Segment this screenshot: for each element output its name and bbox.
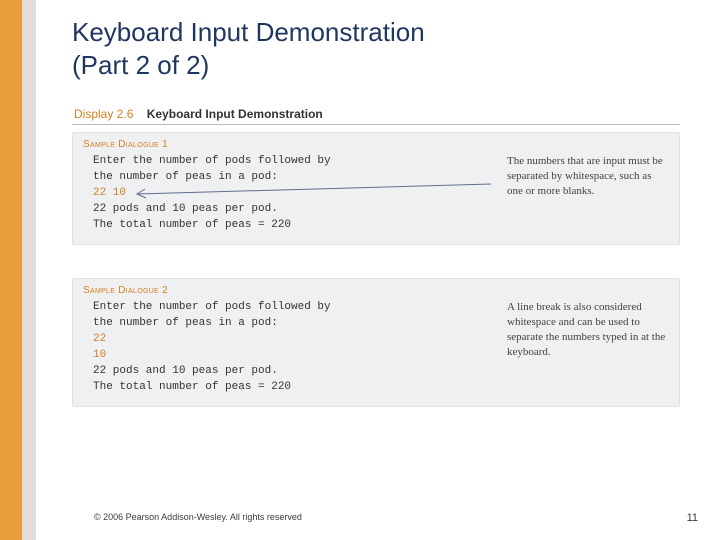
sample-2-label: Sample Dialogue 2: [73, 285, 679, 300]
sample-1-content: Enter the number of pods followed by the…: [73, 154, 679, 238]
s1-line1: Enter the number of pods followed by: [93, 155, 331, 167]
display-number: Display 2.6: [74, 107, 133, 121]
sample-1-code: Enter the number of pods followed by the…: [73, 154, 339, 238]
sample-1-label: Sample Dialogue 1: [73, 139, 679, 154]
s1-input: 22 10: [93, 187, 126, 199]
sample-2-note: A line break is also considered whitespa…: [507, 300, 667, 359]
slide-title: Keyboard Input Demonstration (Part 2 of …: [72, 16, 425, 81]
title-line-2: (Part 2 of 2): [72, 50, 209, 80]
sample-2-content: Enter the number of pods followed by the…: [73, 300, 679, 400]
sample-box-2: Sample Dialogue 2 Enter the number of po…: [72, 278, 680, 407]
s2-line6: The total number of peas = 220: [93, 381, 291, 393]
s2-input-a: 22: [93, 333, 106, 345]
s2-line2: the number of peas in a pod:: [93, 317, 278, 329]
display-heading: Display 2.6 Keyboard Input Demonstration: [72, 104, 680, 125]
sample-2-code: Enter the number of pods followed by the…: [73, 300, 339, 400]
accent-band: [0, 0, 22, 540]
s2-input-b: 10: [93, 349, 106, 361]
footer-page-number: 11: [687, 512, 698, 524]
s2-line5: 22 pods and 10 peas per pod.: [93, 365, 278, 377]
margin-band: [0, 0, 36, 540]
sample-1-container: Sample Dialogue 1 Enter the number of po…: [72, 132, 680, 245]
slide: Keyboard Input Demonstration (Part 2 of …: [0, 0, 720, 540]
sample-box-1: Sample Dialogue 1 Enter the number of po…: [72, 132, 680, 245]
sample-2-container: Sample Dialogue 2 Enter the number of po…: [72, 278, 680, 407]
display-title-text: Keyboard Input Demonstration: [147, 107, 323, 121]
sample-1-note: The numbers that are input must be separ…: [507, 154, 667, 199]
title-line-1: Keyboard Input Demonstration: [72, 17, 425, 47]
display-heading-row: Display 2.6 Keyboard Input Demonstration: [72, 104, 680, 131]
s1-line2: the number of peas in a pod:: [93, 171, 278, 183]
s2-line1: Enter the number of pods followed by: [93, 301, 331, 313]
footer-copyright: © 2006 Pearson Addison-Wesley. All right…: [94, 512, 302, 522]
s1-line4: 22 pods and 10 peas per pod.: [93, 203, 278, 215]
s1-line5: The total number of peas = 220: [93, 219, 291, 231]
